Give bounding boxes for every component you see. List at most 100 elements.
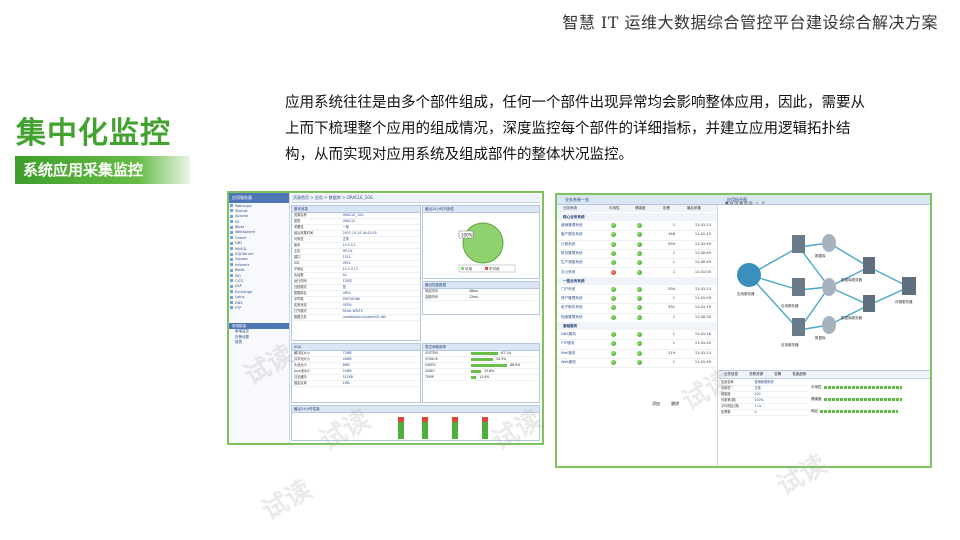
detail-tabs: 业务信息 关联资源 告警 性能趋势 bbox=[719, 371, 930, 379]
resource-icon bbox=[230, 306, 233, 310]
resource-icon bbox=[230, 295, 233, 299]
sidebar-link[interactable]: 报表 bbox=[229, 340, 289, 345]
sidebar-item-label: IIS bbox=[235, 219, 240, 224]
legend-swatch-up bbox=[461, 267, 464, 270]
availability-status-icon bbox=[611, 305, 616, 311]
detail-key: 平均响应(周) bbox=[721, 404, 740, 408]
last-collect-time: 11:41:13 bbox=[694, 232, 711, 237]
resource-icon bbox=[230, 247, 233, 251]
business-name[interactable]: 资产管理系统 bbox=[561, 296, 583, 301]
alarm-count: 1 bbox=[672, 359, 675, 364]
business-name[interactable]: DNS服务 bbox=[561, 332, 576, 337]
health-status-icon bbox=[637, 250, 642, 256]
usage-value: 88.9% bbox=[510, 363, 521, 367]
info-key: 运行时间 bbox=[294, 279, 307, 283]
legend-label-up: 可用 bbox=[465, 266, 473, 271]
usage-value: 12.0% bbox=[479, 375, 490, 379]
business-group-header[interactable]: 核心业务系统 bbox=[557, 213, 717, 221]
business-name[interactable]: FTP服务 bbox=[561, 341, 575, 346]
business-name[interactable]: 财务管理系统 bbox=[561, 251, 583, 256]
business-name[interactable]: 电子邮件系统 bbox=[561, 305, 583, 310]
sga-title: SGA bbox=[292, 344, 420, 351]
info-value: HP-UX bbox=[342, 249, 353, 253]
info-value: 1521 bbox=[342, 255, 351, 259]
business-group-header[interactable]: 一般业务系统 bbox=[557, 276, 717, 285]
business-name[interactable]: Mail服务 bbox=[561, 351, 576, 356]
info-key: 缓冲区大小 bbox=[294, 351, 310, 355]
health-status-icon bbox=[637, 350, 642, 356]
business-name[interactable]: Web服务 bbox=[561, 360, 576, 365]
availability-status-icon bbox=[611, 269, 616, 275]
sidebar-item-label: WebSphere bbox=[235, 230, 255, 235]
sidebar-item[interactable]: FTP bbox=[229, 305, 289, 310]
business-group-header[interactable]: 基础服务 bbox=[557, 322, 717, 330]
info-key: Java池大小 bbox=[294, 369, 311, 373]
alarm-count: 1 bbox=[672, 250, 675, 255]
info-key: 数据文件 bbox=[294, 315, 307, 319]
topology-diagram: 应用服务器 数据库 应用服务器 数据库服务器 应用服务器 数据库 数据库服务器 … bbox=[719, 205, 930, 368]
svg-text:应用服务器: 应用服务器 bbox=[781, 342, 799, 347]
resource-icon bbox=[230, 209, 233, 213]
breadcrumb[interactable]: 资源首页 > 应用 > 数据库 > ORACLE_10G bbox=[291, 194, 540, 203]
business-name[interactable]: 门户系统 bbox=[561, 287, 575, 292]
database-node bbox=[822, 278, 836, 296]
resource-icon bbox=[230, 214, 233, 218]
sidebar-item-label: FTP bbox=[235, 305, 242, 310]
alarm-count: 1 bbox=[672, 341, 675, 346]
pie-label: 100% bbox=[461, 233, 473, 238]
svg-text:数据库服务器: 数据库服务器 bbox=[841, 277, 862, 282]
list-columns: 业务系统 可用性 健康度 告警 最后采集 bbox=[557, 205, 717, 212]
availability-status-icon bbox=[611, 232, 616, 238]
info-row: 数据文件/oradata/orcl/system01.dbf bbox=[292, 315, 420, 321]
business-name[interactable]: 生产调度系统 bbox=[561, 260, 583, 265]
sidebar-item-label: Informix bbox=[235, 262, 250, 267]
alarm-count: 1 bbox=[672, 260, 675, 265]
delete-button[interactable]: 删除 bbox=[671, 401, 679, 406]
info-key: 固定区域 bbox=[294, 381, 307, 385]
last-collect-time: 11:41:49 bbox=[694, 241, 711, 246]
tab-alarms[interactable]: 告警 bbox=[769, 372, 786, 376]
resource-icon bbox=[230, 220, 233, 224]
info-value: 42 bbox=[342, 273, 347, 277]
storage-node bbox=[902, 277, 916, 295]
tablespace-name: SYSAUX bbox=[425, 357, 438, 361]
last-collect-time: 11:41:00 bbox=[694, 269, 711, 274]
last-collect-time: 11:41:16 bbox=[694, 332, 711, 336]
tablespace-rows: SYSTEM 67.1% SYSAUX 54.3% USERS 88.9% UNDO 23.8… bbox=[423, 351, 539, 381]
business-name[interactable]: 办公系统 bbox=[561, 270, 575, 275]
last-collect-time: 11:41:13 bbox=[694, 350, 711, 355]
sidebar-item-label: DNS bbox=[235, 300, 243, 305]
info-key: 可用性 bbox=[294, 237, 304, 241]
health-status-icon bbox=[637, 286, 642, 292]
info-key: 资源名称 bbox=[294, 213, 307, 217]
tablespace-row: TEMP 12.0% bbox=[423, 375, 539, 381]
detail-key: 告警数 bbox=[721, 410, 731, 414]
database-node bbox=[822, 316, 836, 334]
perf-bar-alert bbox=[422, 417, 428, 422]
svg-text:数据库: 数据库 bbox=[815, 335, 826, 340]
svg-text:应用服务器: 应用服务器 bbox=[781, 303, 799, 308]
last-collect-time: 11:41:13 bbox=[694, 286, 711, 291]
usage-bar bbox=[471, 369, 482, 373]
business-name[interactable]: 营销管理系统 bbox=[561, 223, 583, 228]
business-row[interactable]: Web服务 1 11:41:49 bbox=[557, 358, 717, 369]
add-button[interactable]: 添加 bbox=[652, 401, 660, 406]
tab-resources[interactable]: 关联资源 bbox=[744, 372, 768, 376]
resource-icon bbox=[230, 236, 233, 240]
business-system-list: 业务系统 可用性 健康度 告警 最后采集 核心业务系统营销管理系统 1 11:41:… bbox=[557, 205, 718, 466]
tab-trend[interactable]: 性能趋势 bbox=[787, 372, 811, 376]
business-name[interactable]: 计费系统 bbox=[561, 242, 575, 247]
info-key: 共享池大小 bbox=[294, 357, 310, 361]
info-value: 8MB bbox=[342, 363, 350, 367]
tablespace-name: TEMP bbox=[425, 375, 434, 379]
business-name[interactable]: 客户服务系统 bbox=[561, 232, 583, 237]
sidebar-item-label: Lotus bbox=[235, 295, 245, 300]
svg-text:应用服务器: 应用服务器 bbox=[737, 291, 755, 296]
detail-bar-row: 响应 bbox=[811, 409, 926, 421]
sidebar-item-label: WebLogic bbox=[235, 203, 252, 208]
tab-info[interactable]: 业务信息 bbox=[719, 372, 743, 376]
last-collect-time: 11:40:35 bbox=[694, 314, 711, 319]
business-name[interactable]: 档案管理系统 bbox=[561, 315, 583, 320]
info-key: 会话数 bbox=[294, 273, 304, 277]
info-value: 10.2.0.13 bbox=[342, 267, 358, 271]
